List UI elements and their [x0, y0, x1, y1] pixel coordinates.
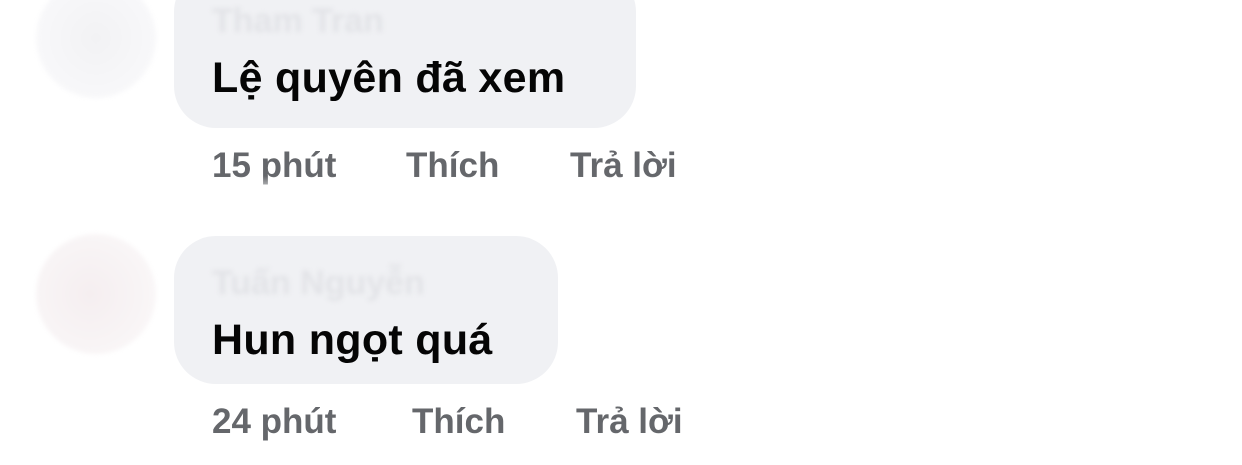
comment-actions: 24 phút Thích Trả lời	[212, 402, 683, 442]
comment-item: Tham Tran Lệ quyên đã xem 15 phút Thích Tr…	[0, 0, 1242, 200]
comment-bubble[interactable]: Tuấn Nguyễn Hun ngọt quá	[174, 236, 558, 384]
comment-author[interactable]: Tuấn Nguyễn	[212, 264, 425, 303]
comment-text: Hun ngọt quá	[212, 316, 493, 364]
like-button[interactable]: Thích	[412, 402, 576, 442]
comment-author[interactable]: Tham Tran	[212, 2, 384, 41]
avatar[interactable]	[36, 234, 156, 354]
comment-text: Lệ quyên đã xem	[212, 54, 566, 102]
comment-item: Tuấn Nguyễn Hun ngọt quá 24 phút Thích Trả…	[0, 232, 1242, 465]
comment-bubble[interactable]: Tham Tran Lệ quyên đã xem	[174, 0, 636, 128]
avatar[interactable]	[36, 0, 156, 98]
reply-button[interactable]: Trả lời	[576, 402, 683, 442]
comment-timestamp[interactable]: 24 phút	[212, 402, 412, 442]
fade-overlay	[0, 176, 1242, 200]
